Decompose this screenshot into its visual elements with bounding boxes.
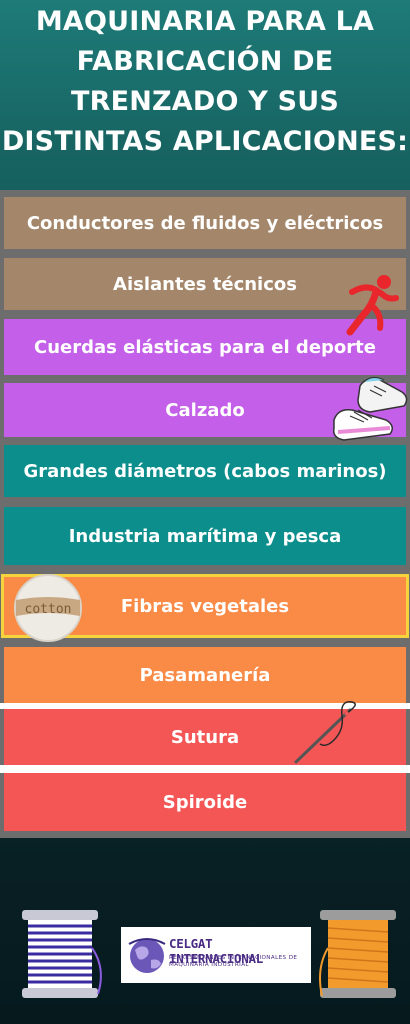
application-item: Industria marítima y pesca	[4, 507, 406, 565]
logo-tagline: REPRESENTANTES INTERNACIONALES DE MAQUIN…	[169, 955, 298, 968]
needle-thread-icon	[294, 701, 356, 764]
runner-icon	[346, 275, 399, 336]
spool-icon	[319, 910, 396, 998]
company-logo: CELGAT INTERNACIONAL REPRESENTANTES INTE…	[121, 927, 311, 983]
page-title: MAQUINARIA PARA LA FABRICACIÓN DE TRENZA…	[1, 6, 409, 157]
globe-icon	[128, 938, 166, 973]
application-item: Grandes diámetros (cabos marinos)	[4, 445, 406, 497]
spool-icon	[22, 910, 102, 998]
application-item: Conductores de fluidos y eléctricos	[4, 197, 406, 249]
cotton-ball-icon: cotton	[14, 574, 82, 642]
sneakers-icon	[332, 376, 408, 441]
svg-text:cotton: cotton	[25, 602, 72, 617]
application-item: Pasamanería	[4, 647, 406, 703]
application-item: Spiroide	[4, 773, 406, 831]
